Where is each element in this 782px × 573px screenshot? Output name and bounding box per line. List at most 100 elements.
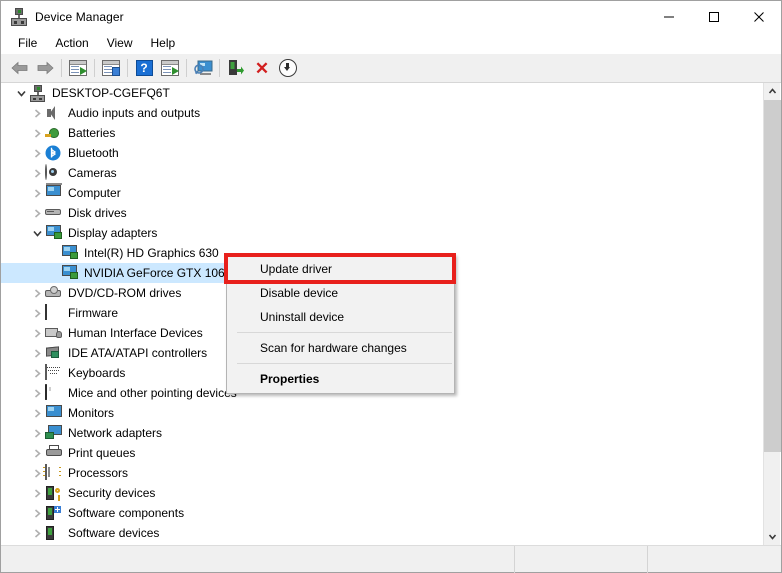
- chevron-right-icon[interactable]: [29, 303, 45, 323]
- properties-button[interactable]: [98, 56, 124, 80]
- tree-item-software-components[interactable]: Software components: [1, 503, 764, 523]
- scrollbar-thumb[interactable]: [764, 100, 781, 452]
- chevron-right-icon[interactable]: [29, 463, 45, 483]
- tree-item-batteries[interactable]: Batteries: [1, 123, 764, 143]
- context-menu-item-properties[interactable]: Properties: [227, 367, 454, 391]
- chevron-down-icon[interactable]: [29, 223, 45, 243]
- tree-item-label: Keyboards: [68, 366, 126, 380]
- show-hide-console-tree-button[interactable]: [65, 56, 91, 80]
- chevron-right-icon[interactable]: [29, 283, 45, 303]
- tree-item-software-devices[interactable]: Software devices: [1, 523, 764, 543]
- computer-icon: [45, 183, 63, 201]
- menu-file[interactable]: File: [9, 33, 46, 53]
- properties-panel-icon: [102, 60, 120, 76]
- context-menu-item-disable-device[interactable]: Disable device: [227, 281, 454, 305]
- tree-item-monitors[interactable]: Monitors: [1, 403, 764, 423]
- chevron-right-icon[interactable]: [29, 363, 45, 383]
- help-button[interactable]: ?: [131, 56, 157, 80]
- computer-root-icon: [29, 85, 47, 102]
- software-device-icon: [45, 525, 63, 541]
- tree-item-audio-inputs-and-outputs[interactable]: Audio inputs and outputs: [1, 103, 764, 123]
- chevron-right-icon[interactable]: [29, 123, 45, 143]
- chevron-right-icon[interactable]: [29, 203, 45, 223]
- device-manager-window: Device Manager File Action View Help ? ✕…: [0, 0, 782, 573]
- action-pane-icon: [161, 60, 179, 76]
- display-adapter-icon: [61, 265, 79, 281]
- update-driver-icon: [228, 60, 244, 76]
- tree-item-security-devices[interactable]: Security devices: [1, 483, 764, 503]
- tree-item-display-adapters[interactable]: Display adapters: [1, 223, 764, 243]
- context-menu[interactable]: Update driver Disable device Uninstall d…: [226, 254, 455, 394]
- tree-item-label: Computer: [68, 186, 121, 200]
- tree-item-network-adapters[interactable]: Network adapters: [1, 423, 764, 443]
- red-x-icon: ✕: [254, 58, 270, 78]
- tree-item-print-queues[interactable]: Print queues: [1, 443, 764, 463]
- title-bar: Device Manager: [1, 1, 781, 32]
- tree-item-label: DESKTOP-CGEFQ6T: [52, 86, 170, 100]
- chevron-right-icon[interactable]: [29, 343, 45, 363]
- show-hide-action-pane-button[interactable]: [157, 56, 183, 80]
- tree-item-label: Disk drives: [68, 206, 127, 220]
- chevron-right-icon[interactable]: [29, 403, 45, 423]
- tree-item-processors[interactable]: Processors: [1, 463, 764, 483]
- context-menu-item-update-driver[interactable]: Update driver: [227, 257, 454, 281]
- tree-item-label: Intel(R) HD Graphics 630: [84, 246, 219, 260]
- vertical-scrollbar[interactable]: [763, 83, 781, 545]
- context-menu-separator: [237, 332, 452, 333]
- hid-icon: [45, 325, 63, 341]
- chevron-right-icon[interactable]: [29, 443, 45, 463]
- forward-button[interactable]: [32, 56, 58, 80]
- menu-help[interactable]: Help: [142, 33, 185, 53]
- speaker-icon: [45, 105, 63, 121]
- security-device-icon: [45, 485, 63, 501]
- back-button[interactable]: [6, 56, 32, 80]
- tree-root-item[interactable]: DESKTOP-CGEFQ6T: [1, 83, 764, 103]
- chevron-down-icon[interactable]: [13, 83, 29, 103]
- minimize-button[interactable]: [646, 1, 691, 32]
- tree-item-label: Network adapters: [68, 426, 163, 440]
- context-menu-item-scan-for-hardware-changes[interactable]: Scan for hardware changes: [227, 336, 454, 360]
- status-bar: [1, 545, 781, 573]
- chevron-right-icon[interactable]: [29, 103, 45, 123]
- tree-item-label: IDE ATA/ATAPI controllers: [68, 346, 208, 360]
- chevron-right-icon[interactable]: [29, 323, 45, 343]
- scroll-down-button[interactable]: [764, 528, 781, 545]
- tree-item-label: Security devices: [68, 486, 156, 500]
- chevron-right-icon[interactable]: [29, 163, 45, 183]
- chevron-right-icon[interactable]: [29, 383, 45, 403]
- tree-item-label: Software components: [68, 506, 185, 520]
- tree-item-bluetooth[interactable]: Bluetooth: [1, 143, 764, 163]
- scan-monitor-icon: [193, 60, 213, 76]
- keyboard-icon: [45, 364, 63, 381]
- update-driver-button[interactable]: [223, 56, 249, 80]
- scan-for-hardware-changes-button[interactable]: [190, 56, 216, 80]
- scroll-up-button[interactable]: [764, 83, 781, 100]
- menu-view[interactable]: View: [98, 33, 142, 53]
- tree-item-label: Cameras: [68, 166, 117, 180]
- console-tree-icon: [69, 60, 87, 76]
- display-adapter-icon: [45, 225, 63, 241]
- tree-item-label: DVD/CD-ROM drives: [68, 286, 182, 300]
- context-menu-item-uninstall-device[interactable]: Uninstall device: [227, 305, 454, 329]
- uninstall-device-button[interactable]: ✕: [249, 56, 275, 80]
- tree-item-cameras[interactable]: Cameras: [1, 163, 764, 183]
- chevron-right-icon[interactable]: [29, 423, 45, 443]
- back-arrow-icon: [10, 61, 28, 75]
- battery-icon: [45, 125, 63, 141]
- chevron-right-icon[interactable]: [29, 143, 45, 163]
- chevron-right-icon[interactable]: [29, 183, 45, 203]
- toolbar-separator: [186, 59, 187, 77]
- chevron-right-icon[interactable]: [29, 523, 45, 543]
- disable-device-button[interactable]: [275, 56, 301, 80]
- close-button[interactable]: [736, 1, 781, 32]
- menu-action[interactable]: Action: [46, 33, 97, 53]
- tree-item-label: Mice and other pointing devices: [68, 386, 237, 400]
- chevron-right-icon[interactable]: [29, 483, 45, 503]
- tree-item-label: Firmware: [68, 306, 118, 320]
- tree-item-computer[interactable]: Computer: [1, 183, 764, 203]
- tree-item-disk-drives[interactable]: Disk drives: [1, 203, 764, 223]
- toolbar: ? ✕: [1, 54, 781, 83]
- maximize-button[interactable]: [691, 1, 736, 32]
- window-controls: [646, 1, 781, 32]
- chevron-right-icon[interactable]: [29, 503, 45, 523]
